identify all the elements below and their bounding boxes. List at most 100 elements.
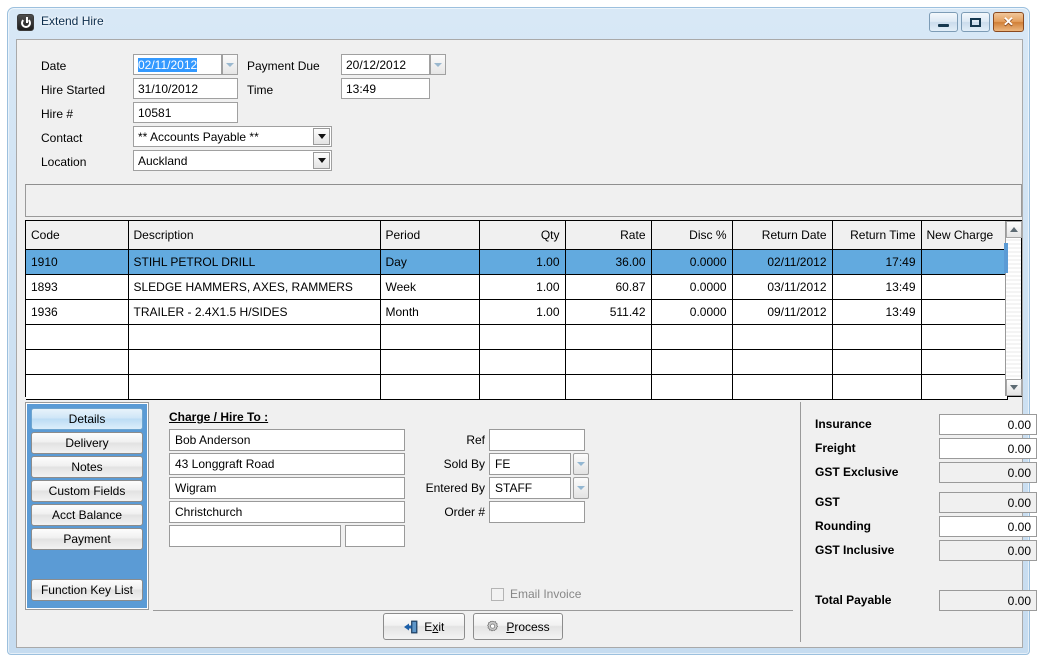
cell-qty[interactable] bbox=[479, 324, 566, 350]
cell-return-date[interactable] bbox=[732, 324, 833, 350]
cell-qty[interactable]: 1.00 bbox=[479, 249, 566, 275]
date-input[interactable]: 02/11/2012 bbox=[133, 54, 222, 75]
cell-return-time[interactable] bbox=[832, 349, 922, 375]
cell-code[interactable] bbox=[26, 349, 129, 375]
column-header-rate[interactable]: Rate bbox=[565, 221, 652, 250]
cell-return-date[interactable] bbox=[732, 374, 833, 400]
order-number-input[interactable] bbox=[489, 501, 585, 523]
hire-items-grid[interactable]: Code Description Period Qty Rate Disc % … bbox=[25, 220, 1022, 400]
cell-period[interactable]: Day bbox=[380, 249, 480, 275]
scroll-up-button[interactable] bbox=[1006, 221, 1022, 238]
scroll-down-button[interactable] bbox=[1006, 379, 1022, 396]
entered-by-select[interactable]: STAFF bbox=[489, 477, 571, 499]
cell-disc[interactable] bbox=[651, 324, 733, 350]
column-header-qty[interactable]: Qty bbox=[479, 221, 566, 250]
column-header-return-time[interactable]: Return Time bbox=[832, 221, 922, 250]
entered-by-spinner[interactable] bbox=[573, 477, 589, 499]
hire-number-input[interactable]: 10581 bbox=[133, 102, 238, 123]
cell-description[interactable]: SLEDGE HAMMERS, AXES, RAMMERS bbox=[128, 274, 381, 300]
cell-qty[interactable] bbox=[479, 374, 566, 400]
table-row[interactable]: 1910 STIHL PETROL DRILL Day 1.00 36.00 0.0000… bbox=[26, 249, 1008, 275]
cell-new-charge[interactable] bbox=[921, 324, 1008, 350]
side-tab-acct-balance[interactable]: Acct Balance bbox=[31, 504, 143, 526]
column-header-period[interactable]: Period bbox=[380, 221, 480, 250]
side-tab-delivery[interactable]: Delivery bbox=[31, 432, 143, 454]
scrollbar-thumb[interactable] bbox=[1004, 243, 1008, 273]
cell-period[interactable] bbox=[380, 374, 480, 400]
cell-return-time[interactable] bbox=[832, 324, 922, 350]
cell-return-date[interactable]: 09/11/2012 bbox=[732, 299, 833, 325]
date-spinner[interactable] bbox=[222, 54, 238, 75]
cell-return-date[interactable]: 03/11/2012 bbox=[732, 274, 833, 300]
cell-disc[interactable] bbox=[651, 374, 733, 400]
cell-return-time[interactable]: 17:49 bbox=[832, 249, 922, 275]
table-row[interactable]: 1936 TRAILER - 2.4X1.5 H/SIDES Month 1.00 51… bbox=[26, 299, 1008, 325]
hire-started-input[interactable]: 31/10/2012 bbox=[133, 78, 238, 99]
payment-due-spinner[interactable] bbox=[430, 54, 446, 75]
cell-rate[interactable] bbox=[565, 374, 652, 400]
table-row[interactable] bbox=[26, 349, 1008, 375]
maximize-button[interactable] bbox=[961, 12, 990, 32]
scrollbar-track[interactable] bbox=[1006, 238, 1021, 379]
cell-rate[interactable] bbox=[565, 324, 652, 350]
cell-new-charge[interactable] bbox=[921, 349, 1008, 375]
contact-select[interactable]: ** Accounts Payable ** bbox=[133, 126, 332, 147]
cell-qty[interactable] bbox=[479, 349, 566, 375]
charge-address2-input[interactable]: Wigram bbox=[169, 477, 405, 499]
cell-period[interactable] bbox=[380, 324, 480, 350]
cell-code[interactable] bbox=[26, 374, 129, 400]
cell-new-charge[interactable] bbox=[921, 374, 1008, 400]
cell-code[interactable]: 1893 bbox=[26, 274, 129, 300]
grid-vertical-scrollbar[interactable] bbox=[1004, 221, 1022, 396]
total-value-freight[interactable]: 0.00 bbox=[939, 438, 1037, 459]
sold-by-spinner[interactable] bbox=[573, 453, 589, 475]
charge-name-input[interactable]: Bob Anderson bbox=[169, 429, 405, 451]
cell-rate[interactable]: 511.42 bbox=[565, 299, 652, 325]
cell-code[interactable]: 1910 bbox=[26, 249, 129, 275]
charge-address3-input[interactable]: Christchurch bbox=[169, 501, 405, 523]
cell-new-charge[interactable] bbox=[921, 249, 1008, 275]
cell-qty[interactable]: 1.00 bbox=[479, 299, 566, 325]
time-input[interactable]: 13:49 bbox=[341, 78, 430, 99]
chevron-down-icon[interactable] bbox=[313, 152, 330, 169]
cell-description[interactable] bbox=[128, 374, 381, 400]
column-header-code[interactable]: Code bbox=[26, 221, 129, 250]
cell-rate[interactable] bbox=[565, 349, 652, 375]
cell-qty[interactable]: 1.00 bbox=[479, 274, 566, 300]
process-button[interactable]: Process bbox=[473, 613, 563, 640]
side-tab-custom-fields[interactable]: Custom Fields bbox=[31, 480, 143, 502]
cell-disc[interactable]: 0.0000 bbox=[651, 299, 733, 325]
cell-period[interactable] bbox=[380, 349, 480, 375]
cell-description[interactable] bbox=[128, 349, 381, 375]
cell-return-date[interactable]: 02/11/2012 bbox=[732, 249, 833, 275]
column-header-return-date[interactable]: Return Date bbox=[732, 221, 833, 250]
table-row[interactable] bbox=[26, 324, 1008, 350]
email-invoice-row[interactable]: Email Invoice bbox=[491, 587, 581, 601]
table-row[interactable]: 1893 SLEDGE HAMMERS, AXES, RAMMERS Week 1.0… bbox=[26, 274, 1008, 300]
exit-button[interactable]: Exit bbox=[383, 613, 466, 640]
cell-rate[interactable]: 60.87 bbox=[565, 274, 652, 300]
side-tab-notes[interactable]: Notes bbox=[31, 456, 143, 478]
cell-disc[interactable] bbox=[651, 349, 733, 375]
total-value-insurance[interactable]: 0.00 bbox=[939, 414, 1037, 435]
location-select[interactable]: Auckland bbox=[133, 150, 332, 171]
cell-return-date[interactable] bbox=[732, 349, 833, 375]
cell-description[interactable]: TRAILER - 2.4X1.5 H/SIDES bbox=[128, 299, 381, 325]
sold-by-select[interactable]: FE bbox=[489, 453, 571, 475]
cell-new-charge[interactable] bbox=[921, 274, 1008, 300]
cell-period[interactable]: Week bbox=[380, 274, 480, 300]
cell-description[interactable] bbox=[128, 324, 381, 350]
payment-due-input[interactable]: 20/12/2012 bbox=[341, 54, 430, 75]
side-tab-details[interactable]: Details bbox=[31, 408, 143, 430]
cell-rate[interactable]: 36.00 bbox=[565, 249, 652, 275]
cell-return-time[interactable]: 13:49 bbox=[832, 274, 922, 300]
charge-address4-input[interactable] bbox=[169, 525, 341, 547]
close-button[interactable]: ✕ bbox=[993, 12, 1024, 32]
column-header-disc[interactable]: Disc % bbox=[651, 221, 733, 250]
side-tab-function-key-list[interactable]: Function Key List bbox=[31, 579, 143, 601]
cell-period[interactable]: Month bbox=[380, 299, 480, 325]
cell-code[interactable] bbox=[26, 324, 129, 350]
column-header-new-charge[interactable]: New Charge bbox=[921, 221, 1008, 250]
cell-new-charge[interactable] bbox=[921, 299, 1008, 325]
ref-input[interactable] bbox=[489, 429, 585, 451]
